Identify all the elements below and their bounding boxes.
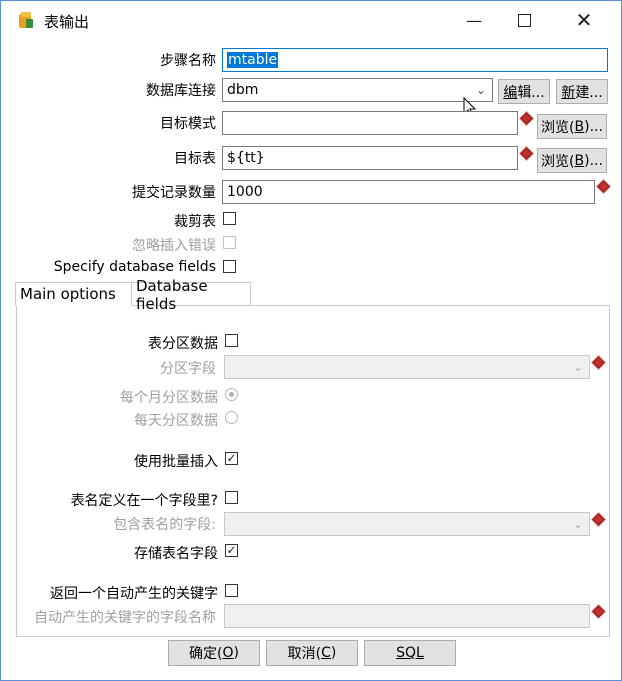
specify-fields-label: Specify database fields — [53, 259, 216, 275]
browse-post: )... — [584, 118, 603, 135]
key-field-label: 自动产生的关键字的字段名称 — [34, 610, 216, 626]
browse-pre: 浏览( — [541, 119, 575, 136]
name-in-field-label: 表名定义在一个字段里? — [70, 493, 218, 509]
cancel-mnemonic: C — [321, 645, 331, 661]
chevron-down-icon: ⌄ — [475, 83, 486, 97]
specify-fields-checkbox[interactable] — [223, 260, 236, 273]
cancel-pre: 取消( — [287, 646, 322, 662]
new-label: 建... — [575, 84, 603, 101]
monthly-label: 每个月分区数据 — [120, 390, 218, 406]
close-icon: ✕ — [575, 8, 593, 32]
tab-main-options-label: Main options — [20, 285, 116, 303]
tab-main-options[interactable]: Main options — [15, 282, 132, 306]
browse-mnemonic: B — [574, 152, 585, 169]
target-table-label: 目标表 — [174, 151, 216, 167]
truncate-checkbox[interactable] — [223, 212, 236, 225]
close-button[interactable]: ✕ — [561, 1, 607, 39]
minimize-icon: — — [466, 10, 482, 30]
partition-checkbox[interactable] — [225, 334, 238, 347]
maximize-button[interactable] — [501, 1, 547, 39]
required-marker-icon — [597, 180, 610, 193]
step-name-input[interactable]: mtable — [222, 48, 608, 72]
browse-post: )... — [584, 152, 603, 169]
name-in-field-checkbox[interactable] — [225, 491, 238, 504]
target-table-value: ${tt} — [227, 150, 265, 166]
batch-checkbox[interactable]: ✓ — [225, 452, 238, 465]
ok-post: ) — [233, 645, 239, 661]
ok-mnemonic: O — [222, 645, 234, 661]
minimize-button[interactable]: — — [451, 1, 497, 39]
return-key-checkbox[interactable] — [225, 584, 238, 597]
db-conn-value: dbm — [227, 82, 259, 98]
target-schema-input[interactable] — [222, 111, 518, 135]
daily-radio[interactable] — [225, 411, 238, 424]
browse-table-button[interactable]: 浏览(B)... — [537, 148, 607, 173]
cancel-button[interactable]: 取消(C) — [266, 640, 358, 666]
step-name-value: mtable — [227, 52, 279, 68]
commit-size-label: 提交记录数量 — [132, 185, 216, 201]
tab-database-fields[interactable]: Database fields — [132, 277, 251, 313]
daily-label: 每天分区数据 — [134, 413, 218, 429]
db-conn-label: 数据库连接 — [146, 83, 216, 99]
name-field-select[interactable]: ⌄ — [224, 512, 590, 536]
store-name-checkbox[interactable]: ✓ — [225, 544, 238, 557]
edit-connection-button[interactable]: 编辑... — [498, 79, 550, 104]
name-field-label: 包含表名的字段: — [113, 517, 216, 533]
maximize-icon — [517, 13, 531, 27]
target-table-input[interactable]: ${tt} — [222, 146, 518, 170]
browse-schema-button[interactable]: 浏览(B)... — [537, 114, 607, 139]
monthly-radio[interactable] — [225, 388, 238, 401]
app-icon — [19, 12, 33, 28]
new-mnemonic: 新 — [561, 84, 576, 101]
ok-button[interactable]: 确定(O) — [168, 640, 260, 666]
ok-pre: 确定( — [189, 646, 223, 662]
return-key-label: 返回一个自动产生的关键字 — [50, 586, 218, 602]
key-field-input[interactable] — [224, 604, 590, 628]
required-marker-icon — [520, 112, 533, 125]
chevron-down-icon: ⌄ — [572, 360, 583, 374]
window-title: 表输出 — [44, 13, 90, 31]
browse-mnemonic: B — [574, 118, 585, 135]
title-bar: 表输出 — ✕ — [1, 1, 621, 39]
sql-button[interactable]: SQL — [364, 640, 456, 666]
sql-label: SQL — [396, 645, 424, 661]
cancel-post: ) — [330, 645, 337, 661]
tab-database-fields-label: Database fields — [136, 276, 208, 313]
db-conn-select[interactable]: dbm ⌄ — [222, 78, 493, 102]
target-schema-label: 目标模式 — [160, 116, 216, 132]
browse-pre: 浏览( — [541, 153, 575, 170]
truncate-label: 裁剪表 — [174, 214, 216, 230]
store-name-label: 存储表名字段 — [134, 546, 218, 562]
required-marker-icon — [520, 147, 533, 160]
batch-label: 使用批量插入 — [134, 454, 218, 470]
edit-mnemonic: 编 — [503, 84, 518, 101]
commit-size-input[interactable]: 1000 — [222, 180, 595, 204]
new-connection-button[interactable]: 新建... — [556, 79, 608, 104]
dialog-window: 表输出 — ✕ 步骤名称 mtable 数据库连接 dbm ⌄ 编辑... 新建… — [0, 0, 622, 681]
chevron-down-icon: ⌄ — [572, 517, 583, 531]
partition-label: 表分区数据 — [148, 336, 218, 352]
edit-label: 辑... — [517, 84, 545, 101]
commit-size-value: 1000 — [227, 184, 263, 200]
ignore-errors-checkbox[interactable] — [223, 236, 236, 249]
partition-field-label: 分区字段 — [160, 361, 216, 377]
step-name-label: 步骤名称 — [160, 53, 216, 69]
partition-field-select[interactable]: ⌄ — [224, 355, 590, 379]
ignore-errors-label: 忽略插入错误 — [132, 238, 216, 254]
